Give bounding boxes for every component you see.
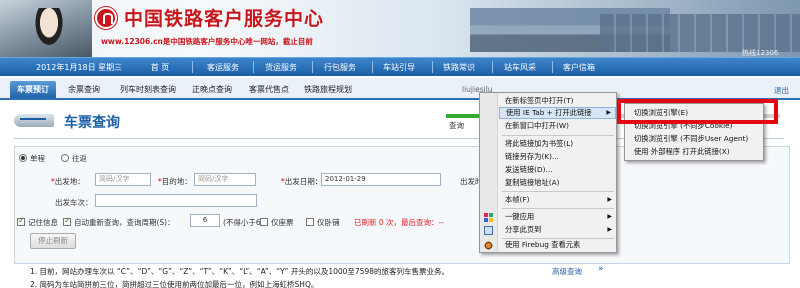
refresh-status: 已刷新 0 次，最后查询：-- bbox=[354, 218, 444, 227]
site-subtitle: www.12306.cn是中国铁路客户服务中心唯一网站，截止目前 bbox=[101, 37, 313, 46]
nav-item-station-guide[interactable]: 车站引导 bbox=[369, 62, 429, 73]
tab-agencies[interactable]: 客票代售点 bbox=[244, 81, 294, 98]
trip-return-label: 往返 bbox=[72, 154, 87, 163]
page-title: 车票查询 bbox=[64, 115, 120, 131]
auto-query-label: 自动重新查询，查询周期(S)： bbox=[74, 218, 175, 227]
menu-item-inspect-firebug[interactable]: 使用 Firebug 查看元素 bbox=[499, 239, 616, 251]
banner-photo bbox=[0, 0, 92, 57]
submenu-arrow-icon: ▶ bbox=[606, 109, 611, 116]
departure-date-input[interactable]: 2012-01-29 bbox=[321, 173, 441, 186]
advanced-query-link[interactable]: 高级查询 bbox=[552, 266, 582, 277]
submenu-arrow-icon: ▶ bbox=[607, 226, 612, 233]
menu-item-copy-link[interactable]: 复制链接地址(A) bbox=[499, 177, 616, 189]
nav-item-railway-knowledge[interactable]: 铁路常识 bbox=[429, 62, 489, 73]
site-title: 中国铁路客户服务中心 bbox=[124, 8, 325, 30]
tab-ticket-booking[interactable]: 车票预订 bbox=[10, 81, 56, 98]
auto-query-checkbox[interactable] bbox=[63, 216, 71, 226]
menu-item-open-new-tab[interactable]: 在新标签页中打开(T) bbox=[499, 95, 616, 107]
submenu-switch-engine-no-ua[interactable]: 切换浏览引擎 (不同步User Agent) bbox=[630, 133, 760, 145]
nav-item-luggage[interactable]: 行包服务 bbox=[310, 62, 370, 73]
site-banner: 中国铁路客户服务中心 www.12306.cn是中国铁路客户服务中心唯一网站，截… bbox=[0, 0, 800, 57]
notes: 1. 目前，网站办理车次以 “C”、“D”、“G”、“Z”、“T”、“K”、“L… bbox=[14, 264, 790, 288]
nav-item-station-gallery[interactable]: 站车风采 bbox=[490, 62, 550, 73]
logout-link[interactable]: 退出 bbox=[774, 85, 789, 96]
hotline-text: 热线12306 bbox=[742, 49, 779, 57]
menu-item-open-new-window[interactable]: 在新窗口中打开(W) bbox=[499, 120, 616, 132]
submenu-arrow-icon: ▶ bbox=[607, 196, 612, 203]
query-period-hint: (不得小于6) bbox=[223, 218, 264, 227]
step-progress-active bbox=[446, 114, 480, 118]
seat-only-checkbox[interactable] bbox=[260, 218, 268, 226]
tab-punctuality[interactable]: 正晚点查询 bbox=[186, 81, 238, 98]
nav-item-mailbox[interactable]: 客户信箱 bbox=[549, 62, 609, 73]
tab-remaining-tickets[interactable]: 余票查询 bbox=[62, 81, 106, 98]
to-label: *目的地： bbox=[158, 177, 192, 186]
tab-journey-planner[interactable]: 铁路旅程规划 bbox=[298, 81, 358, 98]
railway-logo-icon bbox=[95, 7, 117, 29]
menu-item-save-link-as[interactable]: 链接另存为(K)... bbox=[499, 151, 616, 163]
menu-separator bbox=[502, 135, 614, 136]
sleeper-only-checkbox[interactable] bbox=[306, 218, 314, 226]
tab-bar: 车票预订 余票查询 列车时刻表查询 正晚点查询 客票代售点 铁路旅程规划 liu… bbox=[0, 78, 800, 100]
remember-label: 记住信息 bbox=[28, 218, 58, 227]
annotation-highlight-box bbox=[617, 99, 778, 124]
trip-oneway-radio[interactable] bbox=[19, 154, 27, 162]
to-station-input[interactable]: 简码/汉字 bbox=[194, 173, 256, 186]
main-nav: 2012年1月18日 星期三 首 页 客运服务 货运服务 行包服务 车站引导 铁… bbox=[0, 57, 800, 76]
menu-separator bbox=[502, 208, 614, 209]
menu-item-send-link[interactable]: 发送链接(D)... bbox=[499, 164, 616, 176]
step-label: 查询 bbox=[449, 121, 464, 130]
date-label: *出发日期： bbox=[281, 177, 323, 186]
query-form: 单程 往返 *出发地： 简码/汉字 *目的地： 简码/汉字 *出发日期： 201… bbox=[14, 146, 790, 264]
from-label: *出发地： bbox=[51, 177, 85, 186]
menu-separator bbox=[502, 191, 614, 192]
apps-grid-icon bbox=[484, 213, 493, 222]
remember-checkbox[interactable] bbox=[17, 216, 25, 226]
menu-item-one-click-apps[interactable]: 一键应用 ▶ bbox=[499, 211, 616, 223]
double-chevron-down-icon[interactable]: » bbox=[598, 264, 604, 274]
stop-refresh-button[interactable]: 停止刷新 bbox=[30, 233, 76, 249]
menu-item-share-page[interactable]: 分享此页到 ▶ bbox=[499, 224, 616, 236]
tab-timetable[interactable]: 列车时刻表查询 bbox=[114, 81, 182, 98]
sleeper-only-label: 仅卧铺 bbox=[317, 218, 340, 227]
share-icon bbox=[484, 226, 493, 235]
banner-train-image-2 bbox=[600, 14, 800, 52]
submenu-open-external[interactable]: 使用 外部程序 打开此链接(X) bbox=[630, 146, 760, 158]
link-context-menu: 在新标签页中打开(T) 使用 IE Tab + 打开此链接 ▶ 在新窗口中打开(W… bbox=[479, 92, 617, 253]
menu-item-bookmark-link[interactable]: 将此链接加为书签(L) bbox=[499, 138, 616, 150]
trip-oneway-label: 单程 bbox=[30, 154, 45, 163]
query-period-input[interactable]: 6 bbox=[190, 214, 220, 227]
nav-item-home[interactable]: 首 页 bbox=[130, 62, 190, 73]
menu-item-ie-tab[interactable]: 使用 IE Tab + 打开此链接 ▶ bbox=[499, 107, 616, 119]
train-number-input[interactable] bbox=[95, 194, 257, 207]
note-line-2: 2. 简码为车站简拼前三位，简拼超过三位使用前两位加最后一位，例如上海虹桥SHQ… bbox=[30, 280, 319, 288]
train-icon bbox=[14, 114, 54, 127]
menu-item-this-frame[interactable]: 本帧(F) ▶ bbox=[499, 194, 616, 206]
nav-item-passenger[interactable]: 客运服务 bbox=[193, 62, 253, 73]
current-date: 2012年1月18日 星期三 bbox=[36, 63, 123, 72]
from-station-input[interactable]: 简码/汉字 bbox=[95, 173, 151, 186]
firebug-icon bbox=[484, 241, 493, 250]
nav-item-freight[interactable]: 货运服务 bbox=[251, 62, 311, 73]
submenu-arrow-icon: ▶ bbox=[607, 213, 612, 220]
note-line-1: 1. 目前，网站办理车次以 “C”、“D”、“G”、“Z”、“T”、“K”、“L… bbox=[30, 267, 449, 276]
trip-return-radio[interactable] bbox=[61, 154, 69, 162]
seat-only-label: 仅座票 bbox=[271, 218, 294, 227]
train-label: 出发车次： bbox=[55, 198, 93, 207]
